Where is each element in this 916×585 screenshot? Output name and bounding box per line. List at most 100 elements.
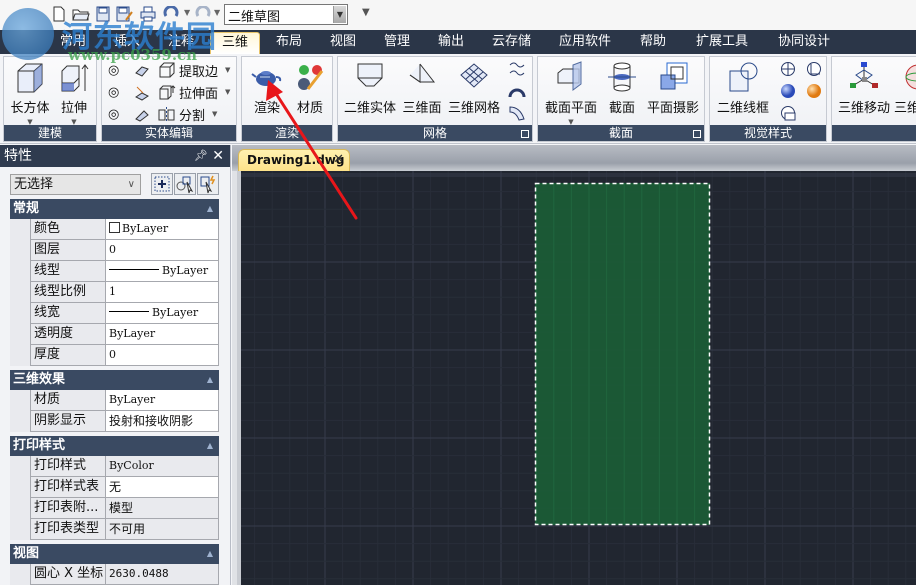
selection-value: 无选择 bbox=[14, 177, 54, 192]
select-objects-button[interactable] bbox=[174, 173, 196, 195]
property-value[interactable]: 1 bbox=[105, 282, 219, 303]
intersect-icon[interactable]: ◎ bbox=[108, 107, 119, 122]
selection-combo[interactable]: 无选择 ∨ bbox=[10, 174, 141, 195]
revolved-mesh-icon[interactable] bbox=[508, 83, 526, 99]
close-icon[interactable]: ✕ bbox=[212, 145, 224, 167]
property-row[interactable]: 打印表类型 不可用 bbox=[10, 519, 219, 540]
tab-3d[interactable]: 三维 bbox=[210, 32, 260, 54]
section-button[interactable]: 截面 bbox=[604, 61, 640, 116]
property-row[interactable]: 阴影显示 投射和接收阴影 bbox=[10, 411, 219, 432]
property-row[interactable]: 打印样式 ByColor bbox=[10, 456, 219, 477]
conceptual-sphere-icon[interactable] bbox=[806, 83, 822, 99]
property-value[interactable]: 无 bbox=[105, 477, 219, 498]
slice-icon[interactable] bbox=[134, 107, 150, 123]
fillet-icon[interactable] bbox=[134, 63, 150, 79]
2d-wireframe-button[interactable]: 二维线框 bbox=[714, 61, 772, 116]
property-row[interactable]: 打印表附... 模型 bbox=[10, 498, 219, 519]
extrude-faces-button[interactable]: 拉伸面 ▼ bbox=[158, 82, 230, 102]
property-value[interactable]: ByLayer bbox=[105, 324, 219, 345]
property-value[interactable]: ByLayer bbox=[105, 390, 219, 411]
group-modeling: 长方体 ▼ 拉伸 ▼ 建模 bbox=[3, 56, 97, 142]
hidden-sphere-icon[interactable] bbox=[806, 61, 822, 77]
property-value[interactable]: ByLayer bbox=[105, 261, 219, 282]
materials-button[interactable]: 材质 bbox=[290, 61, 330, 116]
collapse-icon[interactable]: ▲ bbox=[207, 370, 213, 390]
visual-style-manager-icon[interactable] bbox=[780, 105, 796, 121]
tab-view[interactable]: 视图 bbox=[322, 32, 364, 54]
flatshot-button[interactable]: 平面摄影 bbox=[644, 61, 702, 116]
property-row[interactable]: 厚度 0 bbox=[10, 345, 219, 366]
dialog-launcher-icon[interactable] bbox=[693, 130, 701, 138]
tab-help[interactable]: 帮助 bbox=[632, 32, 674, 54]
property-row[interactable]: 线宽 ByLayer bbox=[10, 303, 219, 324]
drawing-canvas[interactable] bbox=[237, 171, 916, 585]
tab-apps[interactable]: 应用软件 bbox=[551, 32, 619, 54]
property-value[interactable]: 投射和接收阴影 bbox=[105, 411, 219, 432]
property-row[interactable]: 圆心 X 坐标 2630.0488 bbox=[10, 564, 219, 585]
edge-mesh-icon[interactable] bbox=[508, 105, 526, 121]
section-3d-effects[interactable]: 三维效果 ▲ bbox=[10, 370, 219, 390]
property-row[interactable]: 图层 0 bbox=[10, 240, 219, 261]
property-row[interactable]: 线型比例 1 bbox=[10, 282, 219, 303]
chamfer-icon[interactable] bbox=[134, 85, 150, 101]
property-row[interactable]: 线型 ByLayer bbox=[10, 261, 219, 282]
3d-rotate-button[interactable]: 三维 bbox=[894, 61, 916, 116]
property-value[interactable]: ByColor bbox=[105, 456, 219, 477]
property-row[interactable]: 打印样式表无 bbox=[10, 477, 219, 498]
property-value[interactable]: 模型 bbox=[105, 498, 219, 519]
2d-solid-button[interactable]: 二维实体 bbox=[342, 61, 398, 116]
quick-select-button[interactable] bbox=[197, 173, 219, 195]
collapse-icon[interactable]: ▲ bbox=[207, 544, 213, 564]
linetype-sample bbox=[109, 269, 159, 270]
3d-move-button[interactable]: 三维移动 bbox=[836, 61, 892, 116]
extrude-button[interactable]: 拉伸 ▼ bbox=[54, 61, 94, 126]
tab-layout[interactable]: 布局 bbox=[268, 32, 310, 54]
selected-rectangle[interactable] bbox=[535, 183, 710, 525]
dialog-launcher-icon[interactable] bbox=[521, 130, 529, 138]
section-view[interactable]: 视图 ▲ bbox=[10, 544, 219, 564]
ruled-mesh-icon[interactable] bbox=[508, 61, 526, 77]
box-button[interactable]: 长方体 ▼ bbox=[8, 61, 52, 126]
tab-extensions[interactable]: 扩展工具 bbox=[688, 32, 756, 54]
tab-collab[interactable]: 协同设计 bbox=[770, 32, 838, 54]
property-row[interactable]: 透明度 ByLayer bbox=[10, 324, 219, 345]
property-key: 打印样式 bbox=[30, 456, 105, 477]
document-tab-label: Drawing1.dwg bbox=[247, 153, 345, 167]
toggle-pickadd-button[interactable] bbox=[151, 173, 173, 195]
pin-icon[interactable]: 📌︎ bbox=[194, 145, 208, 167]
collapse-icon[interactable]: ▲ bbox=[207, 436, 213, 456]
property-value[interactable]: 2630.0488 bbox=[105, 564, 219, 585]
workspace-select[interactable]: 二维草图 ▼ bbox=[224, 4, 348, 25]
box-label: 长方体 bbox=[10, 101, 50, 116]
section-plot-style[interactable]: 打印样式 ▲ bbox=[10, 436, 219, 456]
property-row[interactable]: 材质 ByLayer bbox=[10, 390, 219, 411]
subtract-icon[interactable]: ◎ bbox=[108, 85, 119, 100]
3d-face-button[interactable]: 三维面 bbox=[400, 61, 444, 116]
2d-solid-icon bbox=[357, 63, 383, 87]
tab-manage[interactable]: 管理 bbox=[376, 32, 418, 54]
property-value[interactable]: ByLayer bbox=[105, 219, 219, 240]
document-tab[interactable]: Drawing1.dwg ✕ bbox=[238, 149, 350, 171]
tab-cloud[interactable]: 云存储 bbox=[484, 32, 539, 54]
section-general[interactable]: 常规 ▲ bbox=[10, 199, 219, 219]
wireframe-sphere-icon[interactable] bbox=[780, 61, 796, 77]
3d-mesh-button[interactable]: 三维网格 bbox=[446, 61, 502, 116]
section-plane-button[interactable]: 截面平面 ▼ bbox=[542, 61, 600, 126]
property-key: 厚度 bbox=[30, 345, 105, 366]
tab-output[interactable]: 输出 bbox=[430, 32, 472, 54]
union-icon[interactable]: ◎ bbox=[108, 63, 119, 78]
property-row[interactable]: 颜色 ByLayer bbox=[10, 219, 219, 240]
customize-qab-button[interactable]: ▼ bbox=[362, 7, 370, 18]
close-tab-icon[interactable]: ✕ bbox=[333, 150, 344, 170]
realistic-sphere-icon[interactable] bbox=[780, 83, 796, 99]
separate-button[interactable]: 分割 ▼ bbox=[158, 104, 217, 124]
render-button[interactable]: 渲染 bbox=[248, 61, 286, 116]
property-value[interactable]: 0 bbox=[105, 240, 219, 261]
property-value[interactable]: ByLayer bbox=[105, 303, 219, 324]
property-value[interactable]: 0 bbox=[105, 345, 219, 366]
property-value[interactable]: 不可用 bbox=[105, 519, 219, 540]
collapse-icon[interactable]: ▲ bbox=[207, 199, 213, 219]
group-solid-edit: ◎ ◎ ◎ 提取边 ▼ 拉伸面 ▼ 分割 ▼ 实体编辑 bbox=[101, 56, 237, 142]
grid bbox=[241, 171, 916, 585]
group-title: 实体编辑 bbox=[102, 125, 236, 141]
